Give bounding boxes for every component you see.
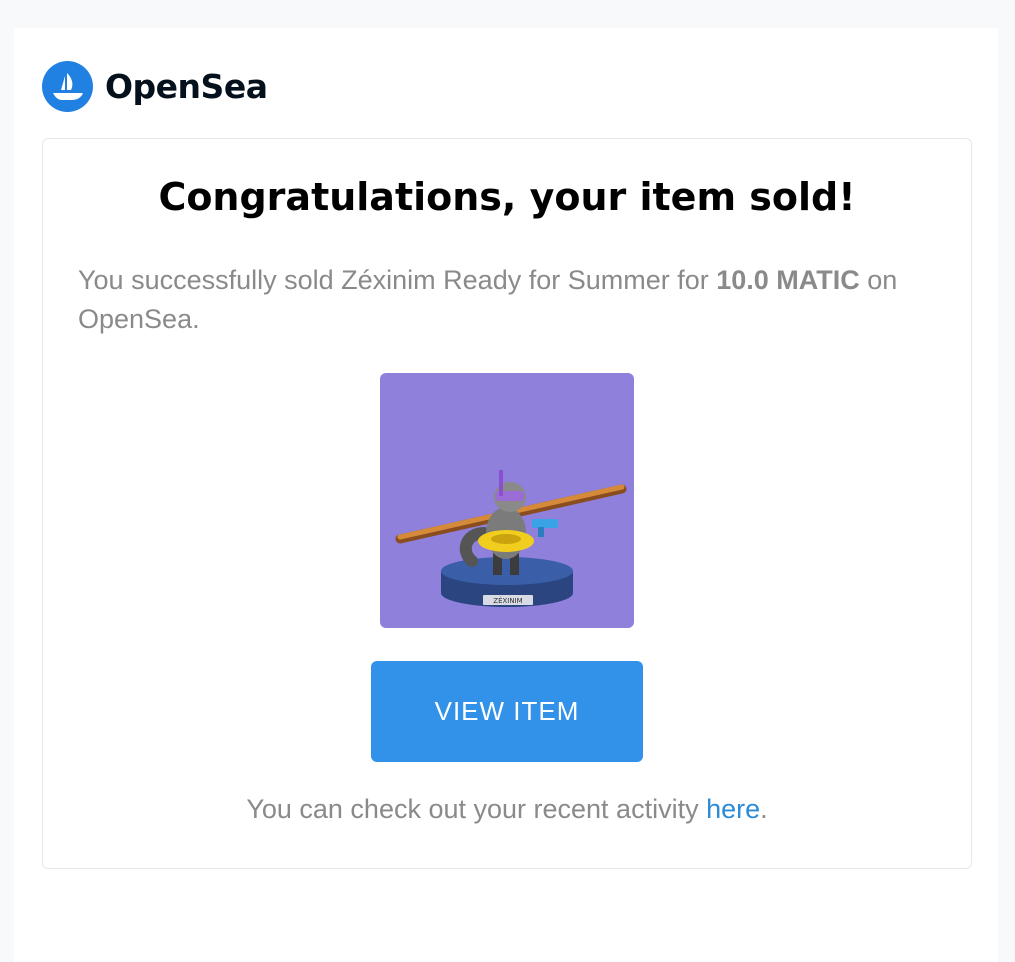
- nft-image[interactable]: ZÉXINIM: [380, 373, 634, 628]
- headline: Congratulations, your item sold!: [158, 175, 856, 219]
- activity-suffix: .: [760, 794, 768, 824]
- view-item-button[interactable]: VIEW ITEM: [371, 661, 643, 762]
- opensea-logo-icon: [42, 61, 93, 112]
- activity-prefix: You can check out your recent activity: [246, 794, 707, 824]
- activity-link[interactable]: here: [706, 794, 760, 824]
- sale-card: Congratulations, your item sold! You suc…: [42, 138, 972, 869]
- sale-price: 10.0 MATIC: [716, 265, 860, 295]
- sale-message: You successfully sold Zéxinim Ready for …: [78, 261, 938, 339]
- brand-name: OpenSea: [105, 67, 268, 106]
- activity-line: You can check out your recent activity h…: [43, 794, 971, 825]
- pedestal-label: ZÉXINIM: [493, 596, 522, 605]
- email-container: OpenSea Congratulations, your item sold!…: [14, 28, 998, 962]
- message-prefix: You successfully sold Zéxinim Ready for …: [78, 265, 717, 295]
- brand-header: OpenSea: [42, 61, 268, 112]
